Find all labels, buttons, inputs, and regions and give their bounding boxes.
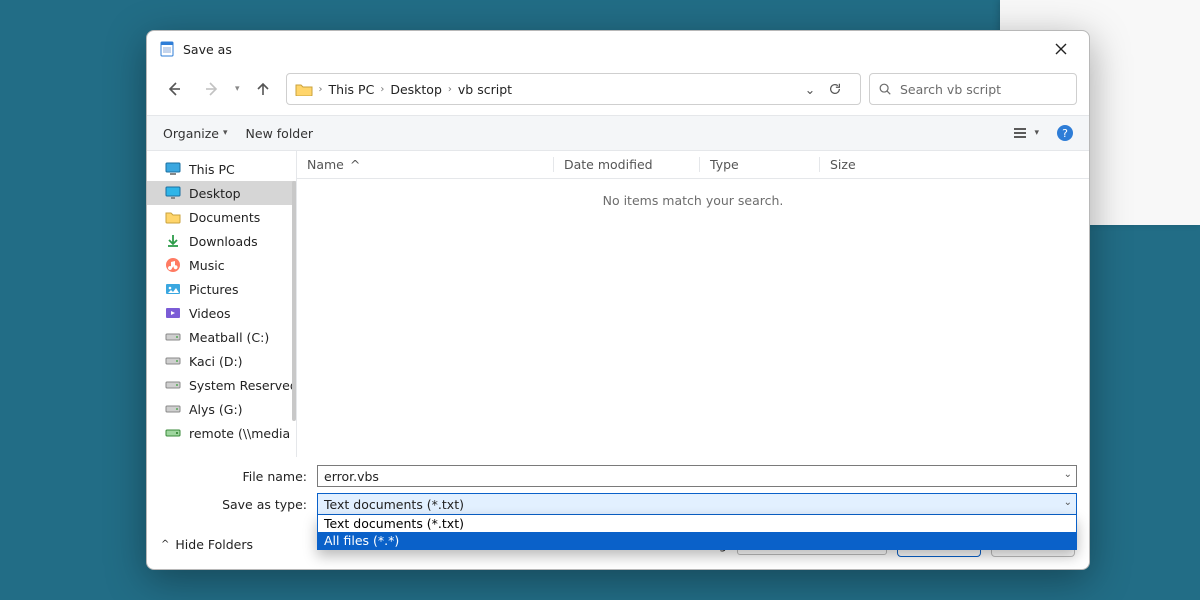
breadcrumb-segment[interactable]: This PC: [329, 82, 375, 97]
address-dropdown-icon[interactable]: ⌄: [798, 82, 822, 97]
chevron-down-icon[interactable]: ⌄: [1064, 497, 1072, 508]
save-type-combobox[interactable]: Text documents (*.txt) ⌄: [317, 493, 1077, 515]
titlebar: Save as: [147, 31, 1089, 67]
column-label: Name: [307, 157, 344, 172]
tree-item-label: Meatball (C:): [189, 330, 269, 345]
tree-item-label: Videos: [189, 306, 231, 321]
file-name-label: File name:: [159, 469, 311, 484]
tree-item-label: Music: [189, 258, 225, 273]
music-icon: [165, 257, 181, 273]
column-label: Size: [830, 157, 856, 172]
tree-item[interactable]: Videos: [147, 301, 296, 325]
save-type-option[interactable]: All files (*.*): [318, 532, 1076, 549]
tree-item-label: This PC: [189, 162, 235, 177]
organize-menu[interactable]: Organize ▾: [163, 126, 228, 141]
tree-item[interactable]: Alys (G:): [147, 397, 296, 421]
chevron-down-icon: ▾: [223, 128, 228, 138]
videos-icon: [165, 305, 181, 321]
column-label: Date modified: [564, 157, 653, 172]
tree-item[interactable]: Kaci (D:): [147, 349, 296, 373]
new-folder-button[interactable]: New folder: [246, 126, 314, 141]
chevron-right-icon: ›: [319, 84, 323, 95]
file-name-value: error.vbs: [324, 469, 379, 484]
netdrive-icon: [165, 425, 181, 441]
column-label: Type: [710, 157, 739, 172]
tree-item[interactable]: remote (\\media: [147, 421, 296, 445]
dialog-title: Save as: [183, 42, 232, 57]
save-type-option[interactable]: Text documents (*.txt): [318, 515, 1076, 532]
tree-item-label: Documents: [189, 210, 260, 225]
tree-item[interactable]: Music: [147, 253, 296, 277]
pictures-icon: [165, 281, 181, 297]
tree-item[interactable]: Documents: [147, 205, 296, 229]
column-modified[interactable]: Date modified: [553, 157, 699, 172]
drive-icon: [165, 329, 181, 345]
notepad-icon: [159, 41, 175, 57]
search-input[interactable]: Search vb script: [869, 73, 1077, 105]
tree-item[interactable]: Desktop: [147, 181, 296, 205]
content-area: This PC Desktop Documents Downloads Music Pic…: [147, 151, 1089, 457]
sort-indicator-icon: ^: [350, 157, 360, 172]
tree-item-label: System Reserved: [189, 378, 296, 393]
tree-item[interactable]: Downloads: [147, 229, 296, 253]
tree-item-label: Kaci (D:): [189, 354, 243, 369]
close-button[interactable]: [1045, 35, 1077, 63]
drive-icon: [165, 353, 181, 369]
chevron-down-icon: ▾: [1034, 128, 1039, 138]
chevron-up-icon: ^: [161, 539, 169, 550]
file-name-input[interactable]: error.vbs ⌄: [317, 465, 1077, 487]
tree-item[interactable]: This PC: [147, 157, 296, 181]
monitor-icon: [165, 161, 181, 177]
save-form: File name: error.vbs ⌄ Save as type: Tex…: [147, 457, 1089, 521]
navigation-tree: This PC Desktop Documents Downloads Music Pic…: [147, 151, 297, 457]
hide-folders-toggle[interactable]: ^ Hide Folders: [161, 537, 253, 552]
tree-item[interactable]: Pictures: [147, 277, 296, 301]
folder-icon: [295, 82, 313, 96]
desktop-icon: [165, 185, 181, 201]
history-chevron-icon[interactable]: ▾: [235, 84, 240, 94]
column-name[interactable]: Name ^: [297, 157, 553, 172]
tree-item-label: Pictures: [189, 282, 239, 297]
organize-label: Organize: [163, 126, 219, 141]
forward-button[interactable]: [197, 74, 227, 104]
column-headers: Name ^ Date modified Type Size: [297, 151, 1089, 179]
list-view-icon: [1012, 125, 1028, 141]
breadcrumb-segment[interactable]: vb script: [458, 82, 512, 97]
breadcrumb-segment[interactable]: Desktop: [390, 82, 442, 97]
tree-item-label: Desktop: [189, 186, 241, 201]
help-button[interactable]: ?: [1057, 125, 1073, 141]
empty-message: No items match your search.: [297, 179, 1089, 457]
save-type-dropdown: Text documents (*.txt) All files (*.*): [317, 515, 1077, 550]
drive-icon: [165, 377, 181, 393]
tree-item[interactable]: System Reserved: [147, 373, 296, 397]
save-type-value: Text documents (*.txt): [324, 497, 464, 512]
chevron-right-icon: ›: [380, 84, 384, 95]
view-options-button[interactable]: ▾: [1012, 125, 1039, 141]
toolbar: Organize ▾ New folder ▾ ?: [147, 115, 1089, 151]
refresh-icon[interactable]: [828, 82, 852, 96]
nav-row: ▾ › This PC › Desktop › vb script ⌄: [147, 67, 1089, 115]
save-as-dialog: Save as ▾ › This PC › Desktop ›: [146, 30, 1090, 570]
tree-item-label: remote (\\media: [189, 426, 290, 441]
drive-icon: [165, 401, 181, 417]
folder-icon: [165, 209, 181, 225]
tree-item-label: Downloads: [189, 234, 258, 249]
up-button[interactable]: [248, 74, 278, 104]
file-list-pane: Name ^ Date modified Type Size No items …: [297, 151, 1089, 457]
scrollbar-thumb[interactable]: [292, 181, 296, 421]
column-type[interactable]: Type: [699, 157, 819, 172]
search-icon: [878, 82, 892, 96]
address-bar[interactable]: › This PC › Desktop › vb script ⌄: [286, 73, 861, 105]
save-type-label: Save as type:: [159, 497, 311, 512]
search-placeholder: Search vb script: [900, 82, 1001, 97]
tree-item-label: Alys (G:): [189, 402, 243, 417]
column-size[interactable]: Size: [819, 157, 899, 172]
hide-folders-label: Hide Folders: [175, 537, 253, 552]
chevron-down-icon[interactable]: ⌄: [1064, 469, 1072, 480]
tree-item[interactable]: Meatball (C:): [147, 325, 296, 349]
chevron-right-icon: ›: [448, 84, 452, 95]
download-icon: [165, 233, 181, 249]
back-button[interactable]: [159, 74, 189, 104]
